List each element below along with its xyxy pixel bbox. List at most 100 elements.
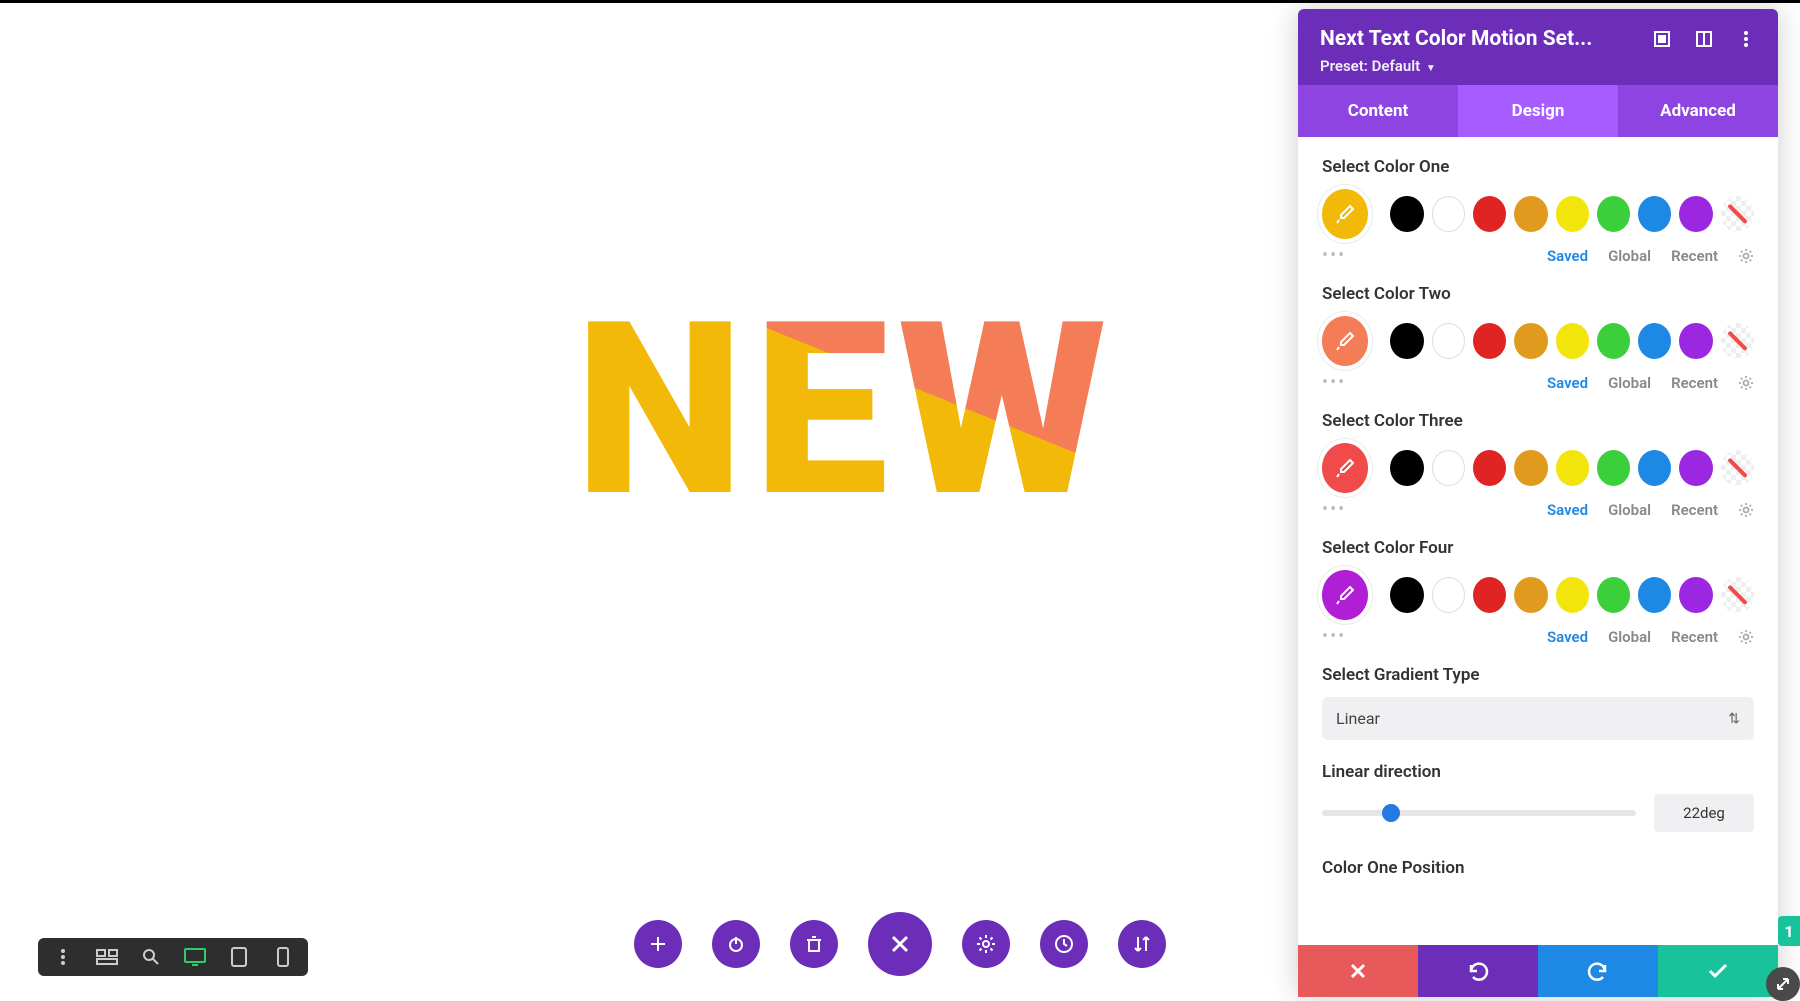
color-swatch[interactable] <box>1556 450 1589 486</box>
more-icon[interactable]: ••• <box>1322 499 1346 520</box>
preset-selector[interactable]: Preset: Default ▼ <box>1320 57 1756 75</box>
chevron-down-icon: ▼ <box>1426 63 1436 74</box>
color-label-2: Select Color Two <box>1322 284 1754 304</box>
gradient-type-label: Select Gradient Type <box>1322 665 1754 685</box>
color-subrow-1: ••• Saved Global Recent <box>1322 245 1754 266</box>
color-swatch[interactable] <box>1638 323 1671 359</box>
color-swatch[interactable] <box>1473 323 1506 359</box>
tab-design[interactable]: Design <box>1458 85 1618 137</box>
color-swatch[interactable] <box>1679 577 1712 613</box>
color-swatch[interactable] <box>1597 450 1630 486</box>
color-swatch[interactable] <box>1679 450 1712 486</box>
color-swatch[interactable] <box>1556 323 1589 359</box>
color-swatch[interactable] <box>1432 323 1465 359</box>
gear-icon[interactable] <box>1738 629 1754 645</box>
color-swatch[interactable] <box>1390 323 1423 359</box>
color-picker-2[interactable] <box>1322 316 1368 366</box>
color-swatch[interactable] <box>1638 577 1671 613</box>
tab-content[interactable]: Content <box>1298 85 1458 137</box>
color-swatch[interactable] <box>1679 196 1712 232</box>
saved-link[interactable]: Saved <box>1547 628 1588 646</box>
global-link[interactable]: Global <box>1608 628 1651 646</box>
undo-button[interactable] <box>1418 945 1538 997</box>
slider-thumb[interactable] <box>1382 804 1400 822</box>
color-swatch[interactable] <box>1432 196 1465 232</box>
color-swatch[interactable] <box>1473 196 1506 232</box>
redo-button[interactable] <box>1538 945 1658 997</box>
gradient-type-select[interactable]: Linear ⇅ <box>1322 697 1754 740</box>
panel-header: Next Text Color Motion Set... Preset: De… <box>1298 9 1778 85</box>
more-icon[interactable]: ••• <box>1322 372 1346 393</box>
color-picker-3[interactable] <box>1322 443 1368 493</box>
notification-badge[interactable]: 1 <box>1778 916 1800 946</box>
color-swatch[interactable] <box>1514 577 1547 613</box>
color-swatch[interactable] <box>1390 450 1423 486</box>
color-row-3 <box>1322 443 1754 493</box>
expand-icon[interactable] <box>1652 29 1672 49</box>
sort-button[interactable] <box>1118 920 1166 968</box>
toolbar-menu-icon[interactable] <box>52 946 74 968</box>
color-swatch[interactable] <box>1638 196 1671 232</box>
color-swatch[interactable] <box>1597 577 1630 613</box>
recent-link[interactable]: Recent <box>1671 501 1718 519</box>
color-swatch[interactable] <box>1556 577 1589 613</box>
recent-link[interactable]: Recent <box>1671 247 1718 265</box>
tab-advanced[interactable]: Advanced <box>1618 85 1778 137</box>
color-swatch[interactable] <box>1597 323 1630 359</box>
history-button[interactable] <box>1040 920 1088 968</box>
recent-link[interactable]: Recent <box>1671 374 1718 392</box>
cancel-button[interactable] <box>1298 945 1418 997</box>
color-swatch[interactable] <box>1514 450 1547 486</box>
color-motion-text: NEW <box>575 269 1116 551</box>
color-swatch[interactable] <box>1679 323 1712 359</box>
close-builder-button[interactable] <box>868 912 932 976</box>
color-swatch[interactable] <box>1721 196 1754 232</box>
linear-direction-value[interactable]: 22deg <box>1654 794 1754 832</box>
color-swatch[interactable] <box>1721 577 1754 613</box>
global-link[interactable]: Global <box>1608 247 1651 265</box>
color-swatch[interactable] <box>1638 450 1671 486</box>
color-picker-4[interactable] <box>1322 570 1368 620</box>
color-swatch[interactable] <box>1432 577 1465 613</box>
gear-icon[interactable] <box>1738 375 1754 391</box>
global-link[interactable]: Global <box>1608 374 1651 392</box>
saved-link[interactable]: Saved <box>1547 374 1588 392</box>
desktop-view-icon[interactable] <box>184 946 206 968</box>
phone-view-icon[interactable] <box>272 946 294 968</box>
color-swatch[interactable] <box>1390 196 1423 232</box>
color-swatch[interactable] <box>1597 196 1630 232</box>
wireframe-view-icon[interactable] <box>96 946 118 968</box>
zoom-icon[interactable] <box>140 946 162 968</box>
color-swatch[interactable] <box>1473 450 1506 486</box>
color-swatch[interactable] <box>1473 577 1506 613</box>
delete-button[interactable] <box>790 920 838 968</box>
more-icon[interactable]: ••• <box>1322 626 1346 647</box>
recent-link[interactable]: Recent <box>1671 628 1718 646</box>
color-swatch[interactable] <box>1514 196 1547 232</box>
gear-icon[interactable] <box>1738 502 1754 518</box>
global-link[interactable]: Global <box>1608 501 1651 519</box>
color-swatch[interactable] <box>1721 450 1754 486</box>
add-button[interactable] <box>634 920 682 968</box>
power-button[interactable] <box>712 920 760 968</box>
save-button[interactable] <box>1658 945 1778 997</box>
panel-title: Next Text Color Motion Set... <box>1320 27 1592 51</box>
resize-handle[interactable] <box>1766 967 1800 1001</box>
color-swatch[interactable] <box>1514 323 1547 359</box>
gear-icon[interactable] <box>1738 248 1754 264</box>
color-picker-1[interactable] <box>1322 189 1368 239</box>
color-swatch[interactable] <box>1721 323 1754 359</box>
gradient-type-value: Linear <box>1336 709 1380 728</box>
saved-link[interactable]: Saved <box>1547 501 1588 519</box>
panel-menu-icon[interactable] <box>1736 29 1756 49</box>
color-swatch[interactable] <box>1556 196 1589 232</box>
saved-link[interactable]: Saved <box>1547 247 1588 265</box>
snap-icon[interactable] <box>1694 29 1714 49</box>
more-icon[interactable]: ••• <box>1322 245 1346 266</box>
settings-button[interactable] <box>962 920 1010 968</box>
tablet-view-icon[interactable] <box>228 946 250 968</box>
color-swatch[interactable] <box>1432 450 1465 486</box>
linear-direction-slider[interactable] <box>1322 810 1636 816</box>
panel-body[interactable]: Select Color One•••SavedGlobalRecentSele… <box>1298 137 1778 945</box>
color-swatch[interactable] <box>1390 577 1423 613</box>
